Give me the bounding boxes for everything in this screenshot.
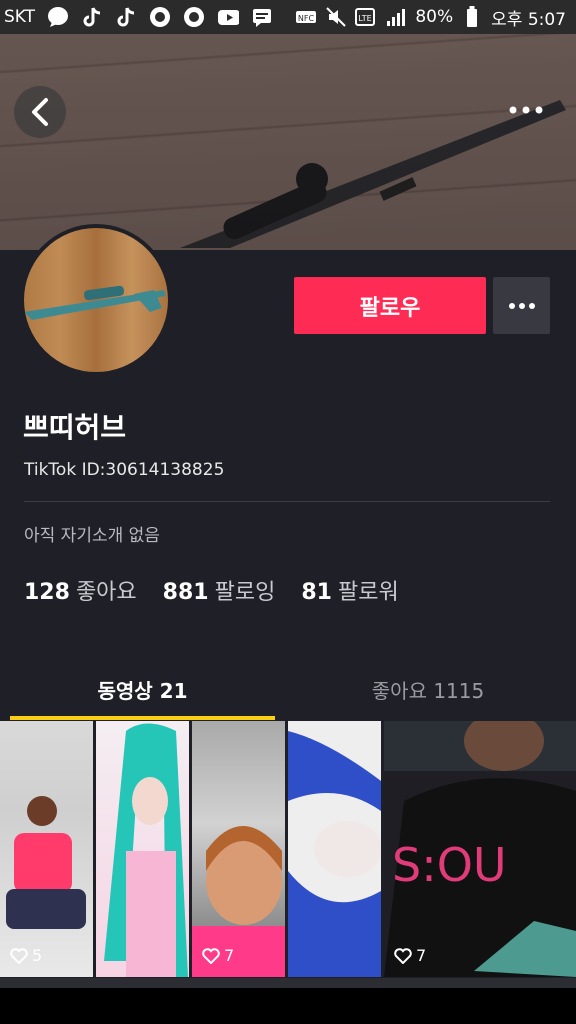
heart-icon bbox=[202, 947, 220, 964]
video-thumbnail-1[interactable]: 5 bbox=[0, 721, 93, 977]
heart-icon bbox=[394, 947, 412, 964]
svg-text:NFC: NFC bbox=[298, 14, 315, 23]
thumbnail-image: S:OU bbox=[384, 721, 576, 977]
stat-label: 좋아요 bbox=[75, 580, 137, 605]
video-thumbnail-5[interactable]: S:OU 7 bbox=[384, 721, 576, 977]
stat-following[interactable]: 881 팔로잉 bbox=[163, 574, 276, 606]
battery-icon bbox=[461, 6, 483, 28]
profile-stats: 128 좋아요 881 팔로잉 81 팔로워 bbox=[24, 574, 399, 606]
youtube-icon bbox=[217, 6, 240, 28]
chevron-left-icon bbox=[32, 98, 48, 126]
profile-tabs: 동영상 21 좋아요 1115 bbox=[0, 659, 576, 721]
tiktok-id: TikTok ID:30614138825 bbox=[24, 460, 225, 480]
svg-text:S:OU: S:OU bbox=[392, 838, 507, 892]
stat-value: 881 bbox=[162, 580, 209, 605]
divider bbox=[24, 501, 550, 502]
settings-icon bbox=[149, 6, 171, 28]
stat-value: 128 bbox=[24, 580, 70, 605]
tab-videos[interactable]: 동영상 21 bbox=[10, 659, 275, 719]
lte-icon: LTE bbox=[355, 6, 377, 28]
tab-liked[interactable]: 좋아요 1115 bbox=[290, 659, 566, 719]
mute-icon bbox=[325, 6, 347, 28]
tiktok-icon bbox=[81, 6, 103, 28]
like-count-text: 7 bbox=[416, 946, 427, 965]
next-row-strip bbox=[0, 978, 576, 988]
profile-screen: 팔로우 쁘띠허브 TikTok ID:30614138825 아직 자기소개 없… bbox=[0, 34, 576, 988]
heart-icon bbox=[10, 947, 28, 964]
back-button[interactable] bbox=[14, 86, 66, 138]
nfc-icon: NFC bbox=[295, 6, 317, 28]
stat-label: 팔로워 bbox=[337, 580, 399, 605]
video-thumbnail-4[interactable] bbox=[288, 721, 381, 977]
thumbnail-image bbox=[104, 723, 188, 977]
thumbnail-image bbox=[192, 826, 285, 977]
bio-text: 아직 자기소개 없음 bbox=[24, 526, 160, 546]
stat-likes[interactable]: 128 좋아요 bbox=[24, 574, 137, 606]
profile-more-button[interactable] bbox=[493, 277, 550, 334]
message-icon bbox=[251, 6, 273, 28]
more-dots-icon bbox=[508, 302, 535, 309]
video-thumbnail-3[interactable]: 7 bbox=[192, 721, 285, 977]
clock: 오후 5:07 bbox=[491, 9, 566, 30]
stat-value: 81 bbox=[301, 580, 332, 605]
tab-indicator bbox=[10, 716, 275, 720]
svg-text:LTE: LTE bbox=[359, 14, 372, 23]
like-count-text: 5 bbox=[32, 946, 43, 965]
like-count: 7 bbox=[202, 946, 234, 965]
header-more-button[interactable] bbox=[506, 100, 546, 120]
carrier-label: SKT bbox=[4, 7, 36, 27]
more-dots-icon bbox=[509, 106, 543, 114]
username: 쁘띠허브 bbox=[23, 411, 127, 444]
avatar bbox=[20, 224, 172, 376]
stat-label: 팔로잉 bbox=[214, 580, 276, 605]
like-count-text: 7 bbox=[224, 946, 235, 965]
thumbnail-image bbox=[288, 731, 381, 977]
like-count: 5 bbox=[10, 946, 42, 965]
like-count: 7 bbox=[394, 946, 426, 965]
avatar-rifle-image bbox=[24, 285, 166, 320]
stat-followers[interactable]: 81 팔로워 bbox=[301, 574, 398, 606]
settings-icon bbox=[183, 6, 205, 28]
thumbnail-image bbox=[6, 796, 86, 929]
signal-icon bbox=[385, 6, 407, 28]
tiktok-icon bbox=[115, 6, 137, 28]
video-thumbnail-2[interactable] bbox=[96, 721, 189, 977]
chat-bubble-icon bbox=[47, 6, 69, 28]
cover-image bbox=[0, 34, 576, 250]
rifle-photo bbox=[180, 100, 566, 248]
video-grid: 5 7 S:OU 7 bbox=[0, 721, 576, 977]
battery-percent: 80% bbox=[415, 7, 454, 27]
follow-button[interactable]: 팔로우 bbox=[294, 277, 486, 334]
status-bar: SKT NFC LTE 80% 오후 5:07 bbox=[0, 0, 576, 34]
